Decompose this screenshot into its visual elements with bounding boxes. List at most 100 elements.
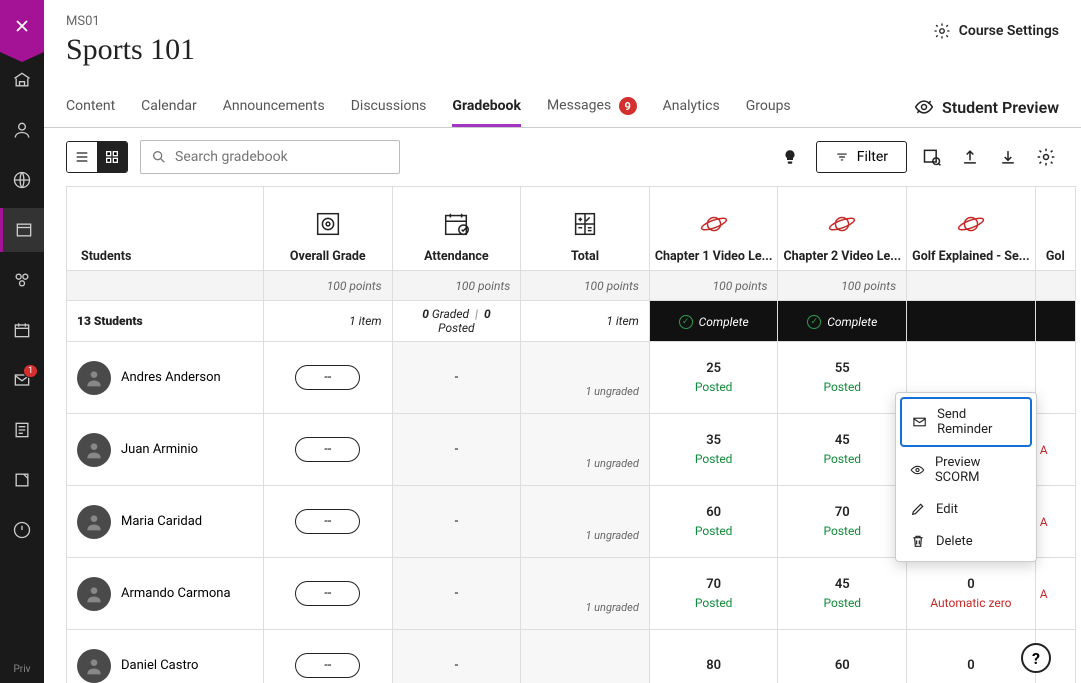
scorm-icon — [699, 209, 729, 239]
overall-cell[interactable]: -- — [263, 342, 392, 414]
pencil-icon — [910, 501, 926, 517]
menu-send-reminder[interactable]: Send Reminder — [900, 397, 1032, 447]
rail-activity[interactable] — [0, 158, 44, 202]
tab-calendar[interactable]: Calendar — [141, 88, 197, 126]
total-cell[interactable]: 1 ungraded — [521, 558, 650, 630]
gear-icon — [933, 22, 951, 40]
overall-cell[interactable]: -- — [263, 486, 392, 558]
course-title: Sports 101 — [66, 33, 195, 67]
column-overall-grade[interactable]: Overall Grade — [263, 187, 392, 271]
course-tabs: Content Calendar Announcements Discussio… — [44, 87, 1081, 128]
gear-icon — [1036, 147, 1056, 167]
points-row: 100 points 100 points 100 points 100 poi… — [67, 271, 1076, 301]
column-chapter1[interactable]: Chapter 1 Video Le... — [649, 187, 778, 271]
total-cell[interactable]: 1 ungraded — [521, 414, 650, 486]
grade-cell-edge[interactable] — [1035, 342, 1075, 414]
grid-view-button[interactable] — [97, 142, 127, 172]
menu-preview-scorm[interactable]: Preview SCORM — [900, 447, 1032, 493]
menu-edit[interactable]: Edit — [900, 493, 1032, 525]
column-golf-next[interactable]: Gol — [1035, 187, 1075, 271]
search-input[interactable] — [175, 149, 389, 165]
attendance-cell[interactable]: - — [392, 414, 521, 486]
course-settings-button[interactable]: Course Settings — [933, 14, 1059, 40]
tab-messages-badge: 9 — [619, 97, 637, 115]
rail-messages[interactable]: 1 — [0, 358, 44, 402]
gradebook-grid: Students Overall Grade Attendance Total — [44, 186, 1081, 683]
grade-cell-edge[interactable]: A — [1035, 558, 1075, 630]
rail-tools[interactable] — [0, 458, 44, 502]
grade-cell[interactable]: 25Posted — [649, 342, 778, 414]
student-name-cell[interactable]: Armando Carmona — [67, 558, 264, 630]
total-cell[interactable]: 1 ungraded — [521, 342, 650, 414]
filter-icon — [835, 150, 849, 164]
grade-cell[interactable]: 35Posted — [649, 414, 778, 486]
rail-grades[interactable] — [0, 408, 44, 452]
tab-analytics[interactable]: Analytics — [663, 88, 720, 126]
grade-cell[interactable]: 0Automatic zero — [907, 558, 1036, 630]
rail-calendar[interactable] — [0, 308, 44, 352]
download-button[interactable] — [995, 144, 1021, 170]
rail-institution[interactable] — [0, 58, 44, 102]
tab-announcements[interactable]: Announcements — [223, 88, 325, 126]
help-button[interactable]: ? — [1021, 643, 1051, 673]
menu-delete[interactable]: Delete — [900, 525, 1032, 557]
column-chapter2[interactable]: Chapter 2 Video Le... — [778, 187, 907, 271]
attendance-cell[interactable]: - — [392, 630, 521, 683]
tab-messages[interactable]: Messages 9 — [547, 87, 637, 127]
rail-signout[interactable] — [0, 508, 44, 552]
rail-organizations[interactable] — [0, 258, 44, 302]
rail-courses[interactable] — [0, 208, 44, 252]
grade-cell-edge[interactable]: A — [1035, 486, 1075, 558]
student-preview-button[interactable]: Student Preview — [914, 97, 1059, 117]
course-settings-label: Course Settings — [959, 23, 1059, 39]
tab-content[interactable]: Content — [66, 88, 115, 126]
student-name-cell[interactable]: Andres Anderson — [67, 342, 264, 414]
search-box[interactable] — [140, 140, 400, 174]
student-row: Daniel Castro---80600 — [67, 630, 1076, 683]
avatar — [77, 649, 111, 683]
overall-cell[interactable]: -- — [263, 558, 392, 630]
grade-cell-edge[interactable]: A — [1035, 414, 1075, 486]
gradebook-settings-button[interactable] — [1033, 144, 1059, 170]
student-name-cell[interactable]: Daniel Castro — [67, 630, 264, 683]
grade-cell[interactable]: 45Posted — [778, 414, 907, 486]
tab-discussions[interactable]: Discussions — [351, 88, 427, 126]
tab-groups[interactable]: Groups — [746, 88, 791, 126]
upload-button[interactable] — [957, 144, 983, 170]
attendance-cell[interactable]: - — [392, 558, 521, 630]
student-preview-label: Student Preview — [942, 98, 1059, 117]
column-total[interactable]: Total — [521, 187, 650, 271]
overall-cell[interactable]: -- — [263, 630, 392, 683]
list-view-button[interactable] — [67, 142, 97, 172]
grade-cell[interactable]: 60Posted — [649, 486, 778, 558]
close-panel-button[interactable] — [0, 0, 44, 52]
tab-gradebook[interactable]: Gradebook — [452, 88, 521, 126]
course-header: MS01 Sports 101 Course Settings — [44, 0, 1081, 73]
search-columns-button[interactable] — [919, 144, 945, 170]
tab-messages-label: Messages — [547, 98, 611, 114]
overall-cell[interactable]: -- — [263, 414, 392, 486]
student-name-cell[interactable]: Juan Arminio — [67, 414, 264, 486]
attendance-cell[interactable]: - — [392, 342, 521, 414]
attendance-cell[interactable]: - — [392, 486, 521, 558]
rail-profile[interactable] — [0, 108, 44, 152]
avatar — [77, 505, 111, 539]
grade-cell[interactable]: 45Posted — [778, 558, 907, 630]
grade-cell[interactable]: 70Posted — [649, 558, 778, 630]
column-golf[interactable]: Golf Explained - Se... — [907, 187, 1036, 271]
grade-icon — [313, 209, 343, 239]
grade-cell[interactable]: 0 — [907, 630, 1036, 683]
avatar — [77, 577, 111, 611]
hints-button[interactable] — [776, 143, 804, 171]
column-students[interactable]: Students — [67, 187, 264, 271]
total-cell[interactable]: 1 ungraded — [521, 486, 650, 558]
grade-cell[interactable]: 80 — [649, 630, 778, 683]
grade-cell[interactable]: 60 — [778, 630, 907, 683]
student-name-cell[interactable]: Maria Caridad — [67, 486, 264, 558]
grade-cell[interactable]: 70Posted — [778, 486, 907, 558]
filter-button[interactable]: Filter — [816, 141, 907, 173]
avatar — [77, 433, 111, 467]
column-attendance[interactable]: Attendance — [392, 187, 521, 271]
grade-cell[interactable]: 55Posted — [778, 342, 907, 414]
total-cell[interactable] — [521, 630, 650, 683]
